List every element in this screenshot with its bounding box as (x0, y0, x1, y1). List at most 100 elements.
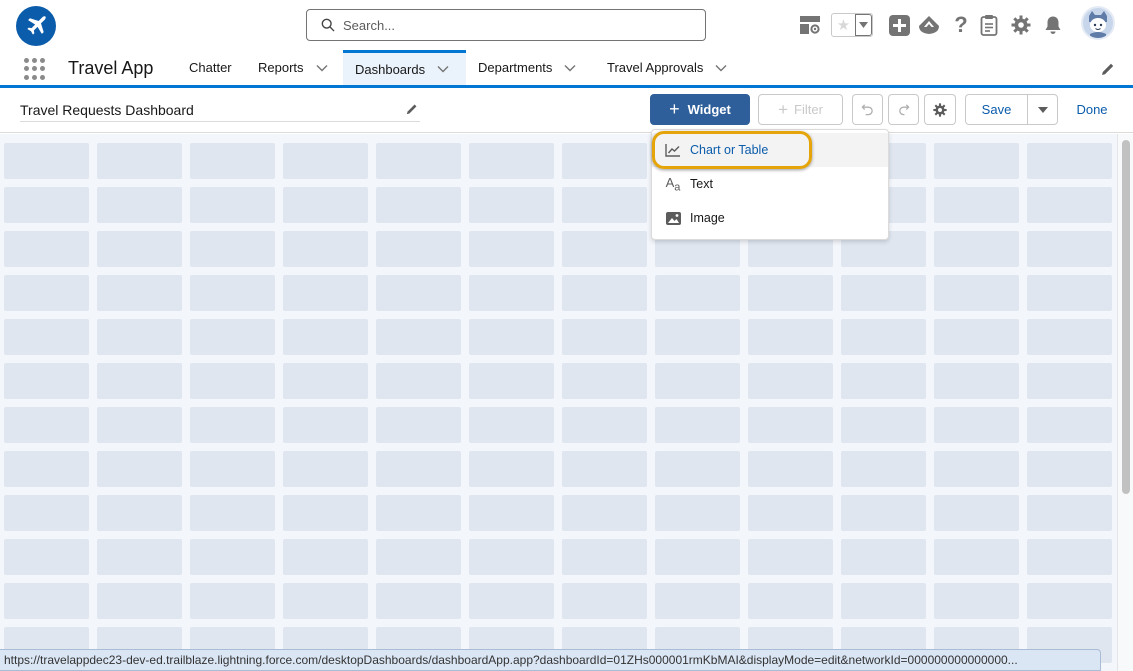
grid-cell (562, 231, 647, 267)
app-logo[interactable] (16, 6, 56, 46)
save-options-button[interactable] (1027, 94, 1058, 125)
search-input[interactable] (343, 17, 683, 33)
plus-icon: + (778, 99, 789, 119)
favorites-dropdown-button[interactable] (856, 14, 872, 36)
add-filter-button[interactable]: + Filter (758, 94, 843, 125)
grid-cell (4, 363, 89, 399)
grid-cell (748, 319, 833, 355)
user-avatar[interactable] (1081, 6, 1115, 40)
vertical-scrollbar[interactable] (1117, 134, 1133, 671)
grid-cell (841, 319, 926, 355)
grid-cell (283, 231, 368, 267)
airplane-icon (27, 16, 46, 35)
app-navigation-bar: Travel App Chatter Reports Dashboards De… (0, 50, 1133, 88)
chevron-down-icon[interactable] (316, 64, 328, 72)
save-button[interactable]: Save (965, 94, 1028, 125)
grid-cell (934, 319, 1019, 355)
undo-button[interactable] (852, 94, 883, 125)
trailhead-button[interactable] (918, 14, 940, 36)
widget-label: Widget (687, 102, 731, 117)
pencil-icon[interactable] (406, 103, 418, 115)
grid-cell (190, 231, 275, 267)
grid-cell (97, 407, 182, 443)
grid-cell (562, 583, 647, 619)
grid-cell (190, 583, 275, 619)
gear-icon (933, 102, 947, 117)
nav-item-travel-approvals[interactable]: Travel Approvals (595, 50, 739, 85)
done-label: Done (1076, 102, 1108, 117)
done-button[interactable]: Done (1064, 94, 1120, 125)
dashboard-properties-button[interactable] (924, 94, 956, 125)
redo-button[interactable] (888, 94, 919, 125)
grid-cell (97, 275, 182, 311)
chevron-down-icon[interactable] (715, 64, 727, 72)
text-format-icon: Aa (665, 174, 681, 194)
grid-cell (4, 583, 89, 619)
global-search[interactable] (306, 9, 706, 41)
grid-cell (748, 495, 833, 531)
grid-cell (190, 275, 275, 311)
grid-cell (283, 495, 368, 531)
grid-cell (934, 407, 1019, 443)
grid-cell (283, 407, 368, 443)
save-label: Save (981, 102, 1012, 117)
edit-nav-items-button[interactable] (1101, 62, 1115, 81)
dashboard-title: Travel Requests Dashboard (20, 102, 194, 118)
grid-cell (283, 319, 368, 355)
grid-cell (562, 143, 647, 179)
menu-item-chart-or-table[interactable]: Chart or Table (652, 133, 888, 167)
nav-item-reports[interactable]: Reports (246, 50, 340, 85)
add-widget-button[interactable]: + Widget (650, 94, 750, 125)
grid-cell (283, 143, 368, 179)
nav-item-chatter[interactable]: Chatter (177, 50, 244, 85)
grid-cell (283, 539, 368, 575)
grid-cell (4, 231, 89, 267)
favorite-button[interactable]: ★ (832, 14, 856, 36)
grid-cell (562, 539, 647, 575)
grid-cell (1027, 407, 1112, 443)
menu-item-label: Text (690, 177, 713, 191)
trailhead-icon (919, 16, 939, 34)
app-launcher-icon[interactable] (24, 58, 46, 80)
setup-assistant-button[interactable] (799, 14, 821, 36)
nav-item-dashboards[interactable]: Dashboards (343, 50, 466, 85)
grid-cell (934, 363, 1019, 399)
grid-cell (841, 363, 926, 399)
chevron-down-icon[interactable] (564, 64, 576, 72)
grid-cell (97, 363, 182, 399)
chevron-down-icon[interactable] (437, 65, 449, 73)
grid-cell (190, 143, 275, 179)
grid-cell (655, 495, 740, 531)
grid-cell (190, 539, 275, 575)
grid-cell (4, 275, 89, 311)
grid-cell (190, 363, 275, 399)
clipboard-button[interactable] (978, 14, 1000, 36)
grid-cell (748, 407, 833, 443)
line-chart-icon (665, 144, 680, 157)
menu-item-image[interactable]: Image (652, 201, 888, 235)
notifications-button[interactable] (1042, 14, 1064, 36)
global-actions-button[interactable] (888, 14, 910, 36)
grid-cell (283, 275, 368, 311)
grid-cell (4, 187, 89, 223)
scrollbar-thumb[interactable] (1122, 140, 1130, 494)
grid-cell (934, 231, 1019, 267)
dashboard-title-field[interactable]: Travel Requests Dashboard (20, 98, 420, 122)
grid-cell (1027, 319, 1112, 355)
grid-cell (934, 143, 1019, 179)
grid-cell (748, 583, 833, 619)
filter-label: Filter (794, 102, 823, 117)
grid-cell (97, 539, 182, 575)
help-button[interactable]: ? (950, 14, 972, 36)
grid-cell (1027, 231, 1112, 267)
dashboard-toolbar: Travel Requests Dashboard + Widget + Fil… (0, 88, 1133, 133)
grid-cell (469, 583, 554, 619)
grid-cell (1027, 143, 1112, 179)
grid-cell (376, 451, 461, 487)
grid-cell (469, 407, 554, 443)
setup-button[interactable] (1010, 14, 1032, 36)
dashboard-canvas[interactable] (0, 134, 1117, 671)
nav-item-departments[interactable]: Departments (466, 50, 588, 85)
menu-item-text[interactable]: Aa Text (652, 167, 888, 201)
grid-cell (934, 187, 1019, 223)
